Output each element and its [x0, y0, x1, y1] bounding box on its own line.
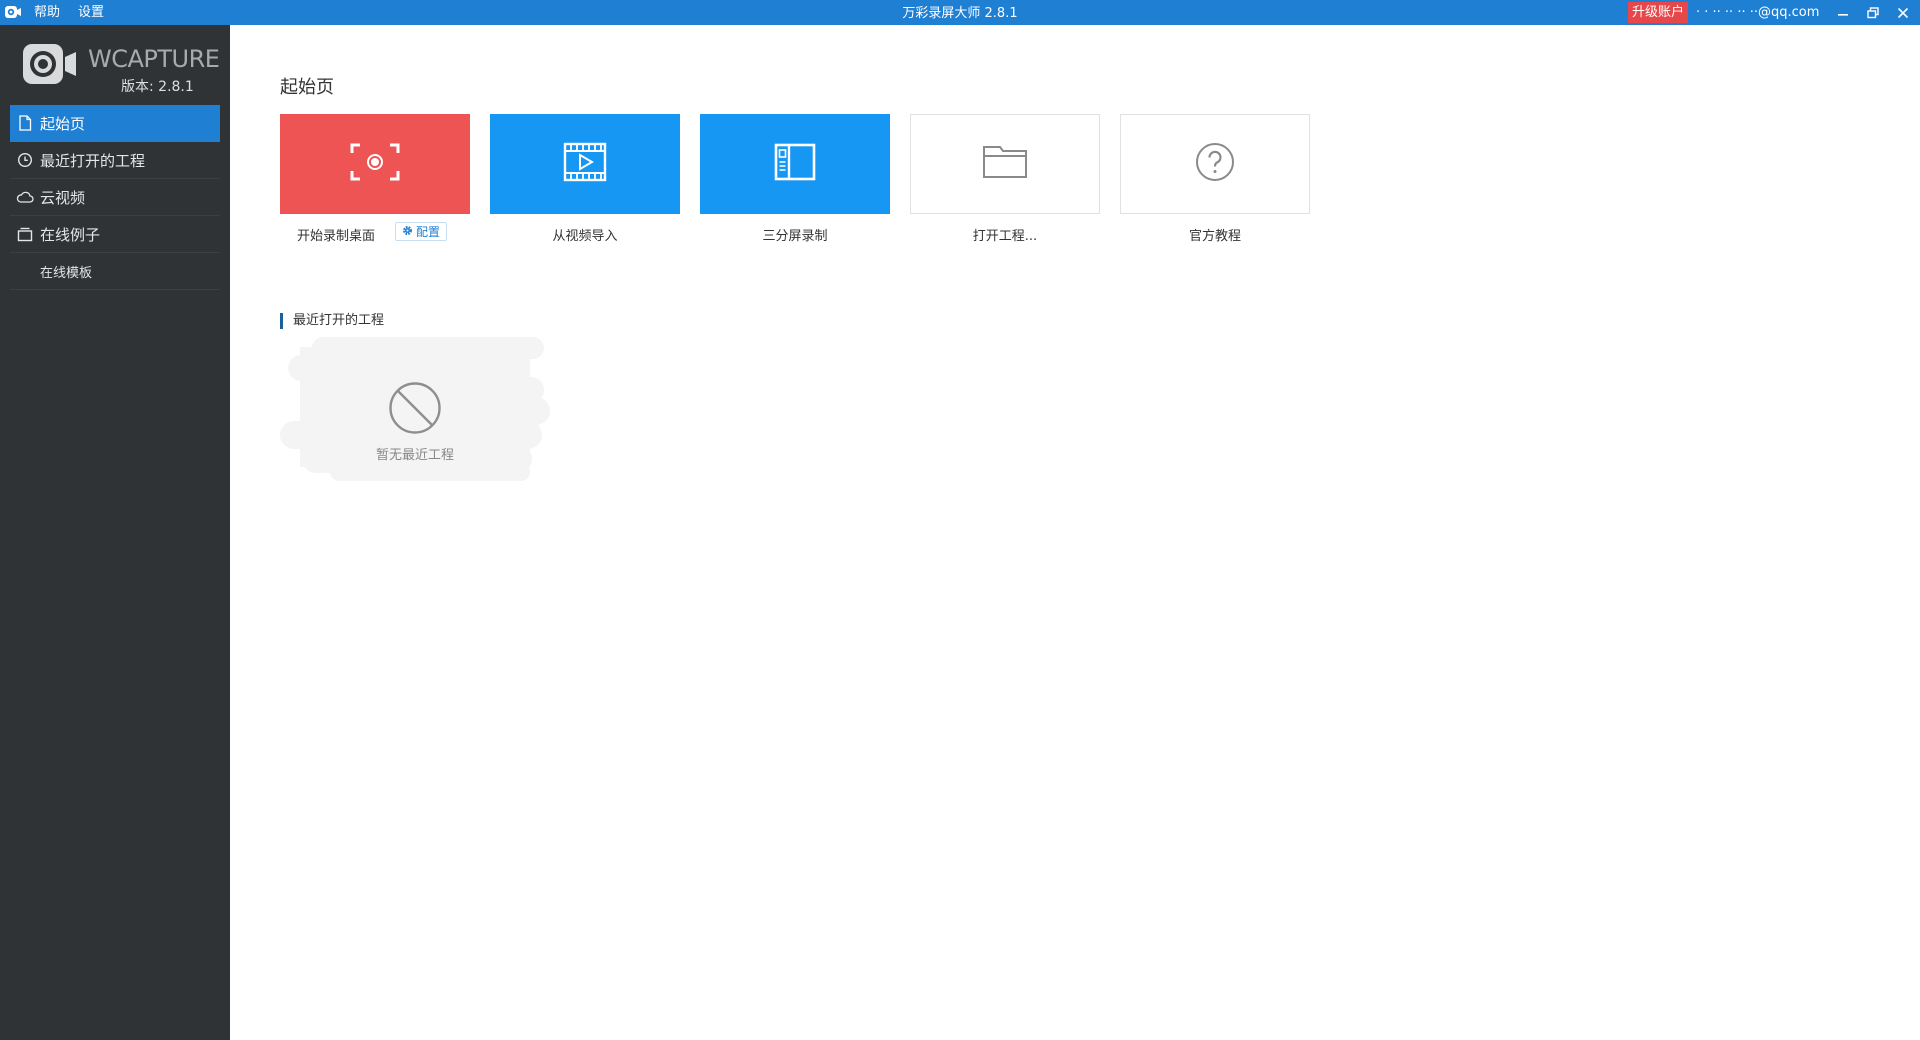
folder-icon: [982, 145, 1028, 183]
split-screen-label: 三分屏录制: [762, 229, 828, 244]
sidebar-item-online-examples[interactable]: 在线例子: [10, 216, 220, 253]
recent-projects-heading: 最近打开的工程: [280, 313, 384, 329]
record-desktop-tile[interactable]: [280, 114, 470, 214]
open-project-tile[interactable]: [910, 114, 1100, 214]
tutorial-label: 官方教程: [1188, 229, 1241, 244]
sidebar: WCAPTURE 版本: 2.8.1 起始页 最近打开的工程 云视频 在线例子 …: [0, 25, 230, 1040]
record-screen-icon: [350, 143, 400, 185]
sidebar-item-label: 最近打开的工程: [40, 151, 146, 170]
video-import-icon: [563, 142, 607, 186]
sidebar-nav: 起始页 最近打开的工程 云视频 在线例子 在线模板: [10, 105, 220, 290]
window-icon: [10, 227, 40, 242]
minimize-icon[interactable]: [1830, 0, 1856, 25]
sidebar-item-recent-projects[interactable]: 最近打开的工程: [10, 142, 220, 179]
sidebar-item-label: 起始页: [40, 114, 86, 133]
logo-text: WCAPTURE: [88, 45, 220, 73]
empty-recent-text: 暂无最近工程: [375, 448, 454, 463]
sidebar-item-start-page[interactable]: 起始页: [10, 105, 220, 142]
upgrade-account-button[interactable]: 升级账户: [1628, 2, 1689, 23]
split-screen-icon: [774, 143, 816, 185]
cloud-icon: [10, 190, 40, 204]
tutorial-tile[interactable]: [1120, 114, 1310, 214]
import-video-tile[interactable]: [490, 114, 680, 214]
open-project-label: 打开工程...: [972, 229, 1038, 244]
clock-icon: [10, 152, 40, 168]
logo-area: WCAPTURE 版本: 2.8.1: [0, 25, 230, 105]
no-entry-icon: [388, 381, 442, 439]
page-title: 起始页: [280, 77, 334, 98]
gear-icon: [402, 225, 413, 239]
close-icon[interactable]: [1890, 0, 1916, 25]
config-button[interactable]: 配置: [395, 222, 448, 241]
sidebar-item-online-templates[interactable]: 在线模板: [10, 253, 220, 290]
restore-icon[interactable]: [1860, 0, 1886, 25]
config-label: 配置: [416, 225, 441, 239]
sidebar-item-cloud-video[interactable]: 云视频: [10, 179, 220, 216]
title-bar: 帮助 设置 万彩录屏大师 2.8.1 升级账户 · · ·· ·· ·· ··@…: [0, 0, 1920, 25]
sidebar-item-label: 在线例子: [40, 225, 101, 244]
import-video-label: 从视频导入: [552, 229, 618, 244]
main-content: 起始页 开始录制桌面 配置 从视频导入 三分屏录制 打开工程... 官方教程 最…: [230, 25, 1920, 1040]
sidebar-item-label: 在线模板: [40, 265, 93, 281]
document-icon: [10, 115, 40, 131]
help-icon: [1195, 142, 1235, 186]
account-email[interactable]: · · ·· ·· ·· ··@qq.com: [1696, 0, 1819, 26]
empty-recent-placeholder: 暂无最近工程: [280, 337, 550, 481]
sidebar-item-label: 云视频: [40, 188, 86, 207]
app-version: 版本: 2.8.1: [121, 79, 194, 95]
split-screen-tile[interactable]: [700, 114, 890, 214]
camera-logo-icon: [22, 43, 78, 89]
